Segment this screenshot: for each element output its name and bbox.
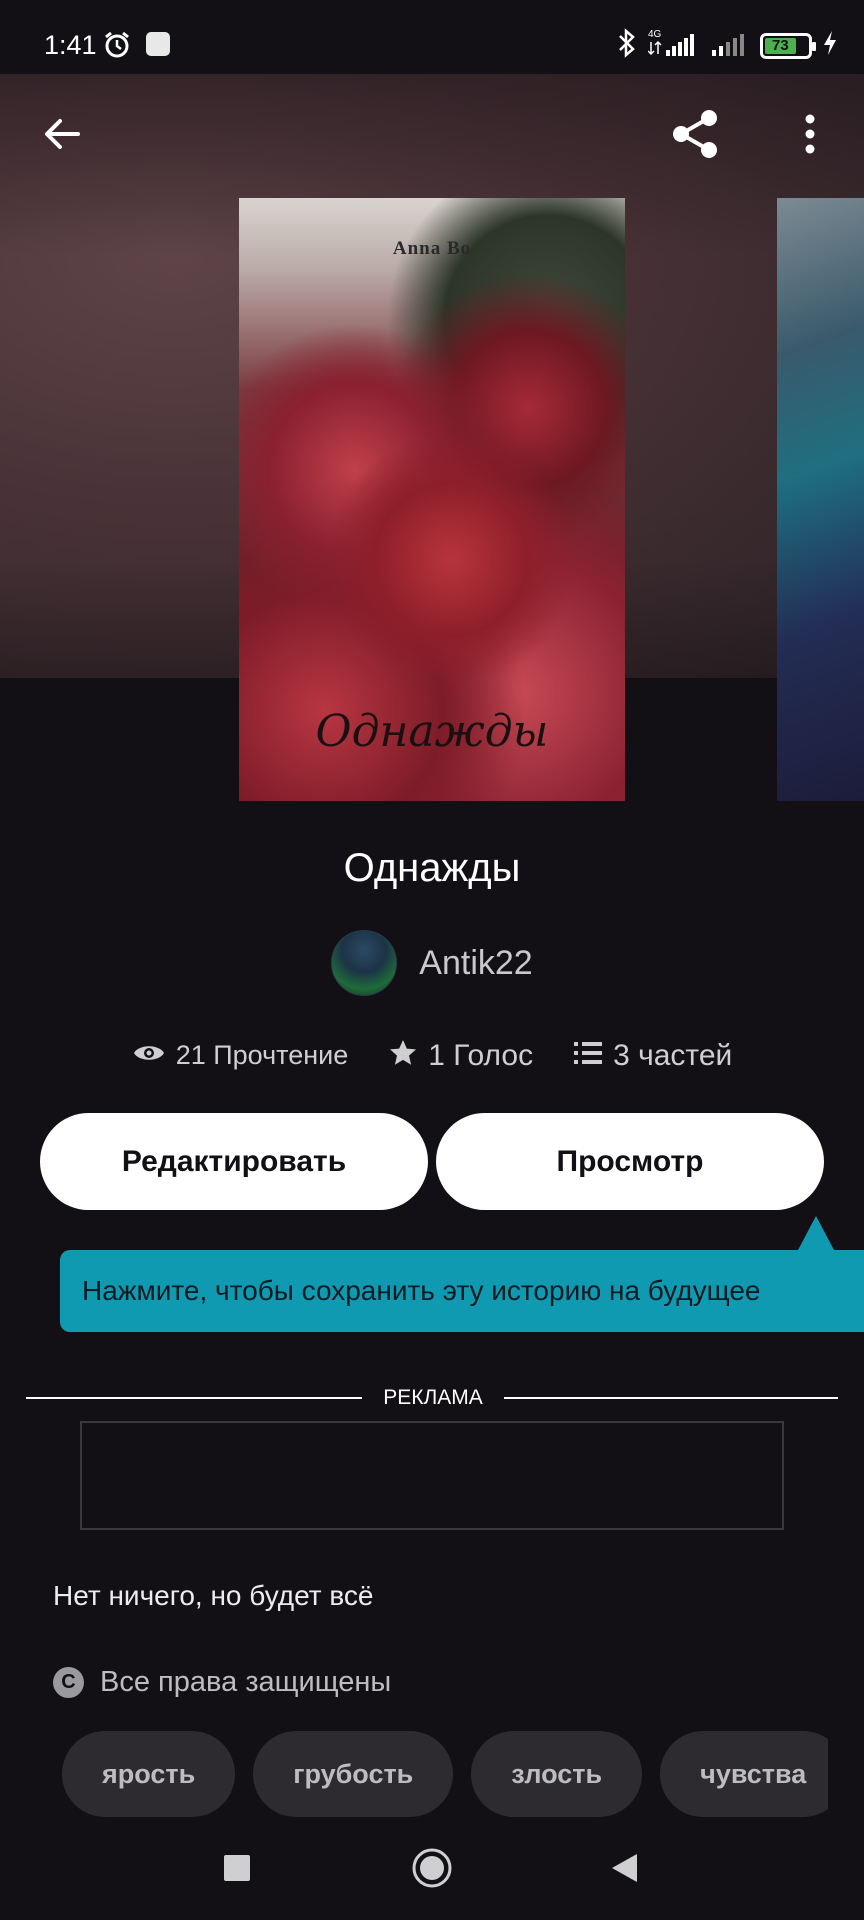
copyright-text: Все права защищены <box>100 1666 392 1698</box>
ad-banner[interactable] <box>80 1421 784 1530</box>
edit-button[interactable]: Редактировать <box>40 1113 428 1210</box>
stats-row: 21 Прочтение 1 Голос 3 частей <box>0 1038 864 1073</box>
recents-button[interactable] <box>207 1840 267 1900</box>
save-tooltip[interactable]: Нажмите, чтобы сохранить эту историю на … <box>60 1250 864 1332</box>
tag-chip[interactable]: ярость <box>62 1731 236 1817</box>
view-button[interactable]: Просмотр <box>436 1113 824 1210</box>
app-notification-icon <box>144 30 172 65</box>
ad-divider-left <box>26 1397 362 1399</box>
list-icon <box>573 1040 603 1071</box>
ad-divider-right <box>504 1397 838 1399</box>
alarm-icon <box>102 30 132 65</box>
back-arrow-icon <box>42 116 82 157</box>
parts-stat: 3 частей <box>573 1039 732 1073</box>
signal-2-icon <box>710 28 750 63</box>
back-nav-button[interactable] <box>594 1840 654 1900</box>
back-button[interactable] <box>30 104 94 168</box>
system-nav-bar <box>0 1820 864 1920</box>
home-circle-icon <box>411 1847 453 1894</box>
share-button[interactable] <box>664 104 728 168</box>
tags-list: ярость грубость злость чувства <box>62 1731 828 1817</box>
network-type: 4G <box>648 29 662 40</box>
ad-label: РЕКЛАМА <box>383 1386 483 1409</box>
charging-icon <box>822 30 838 61</box>
author-row[interactable]: Antik22 <box>0 930 864 996</box>
status-right-icons: 4G 73 <box>616 28 838 63</box>
reads-count: 21 Прочтение <box>175 1040 349 1070</box>
story-description: Нет ничего, но будет всё <box>53 1580 374 1611</box>
tag-chip[interactable]: чувства <box>660 1731 828 1817</box>
author-name[interactable]: Antik22 <box>419 944 532 983</box>
triangle-back-icon <box>609 1852 639 1889</box>
cover-title: Однажды <box>315 706 549 757</box>
status-bar: 1:41 4G 73 <box>0 0 864 74</box>
square-icon <box>223 1854 251 1887</box>
votes-count: 1 Голос <box>428 1038 534 1072</box>
votes-stat: 1 Голос <box>388 1038 533 1073</box>
copyright-icon: C <box>53 1667 84 1698</box>
eye-icon <box>132 1041 166 1070</box>
tooltip-arrow <box>798 1216 834 1250</box>
next-book-cover[interactable] <box>777 198 864 801</box>
cover-author: Anna Bo <box>392 238 472 259</box>
tag-chip[interactable]: грубость <box>253 1731 454 1817</box>
battery-level: 73 <box>765 37 796 54</box>
book-cover[interactable]: Anna Bo Однажды <box>239 198 625 801</box>
status-notification-icons <box>102 30 172 65</box>
home-button[interactable] <box>402 1840 462 1900</box>
battery-icon: 73 <box>760 32 816 59</box>
parts-count: 3 частей <box>613 1038 733 1072</box>
avatar[interactable] <box>331 930 398 996</box>
reads-stat: 21 Прочтение <box>132 1040 349 1071</box>
star-icon <box>388 1038 418 1073</box>
signal-icon: 4G <box>647 28 700 63</box>
share-icon <box>669 107 723 166</box>
more-vertical-icon <box>804 114 816 159</box>
more-options-button[interactable] <box>778 104 842 168</box>
tag-chip[interactable]: злость <box>471 1731 643 1817</box>
status-time: 1:41 <box>44 30 97 60</box>
copyright-row: C Все права защищены <box>53 1666 391 1699</box>
bluetooth-icon <box>616 28 638 63</box>
story-title: Однажды <box>343 846 521 890</box>
